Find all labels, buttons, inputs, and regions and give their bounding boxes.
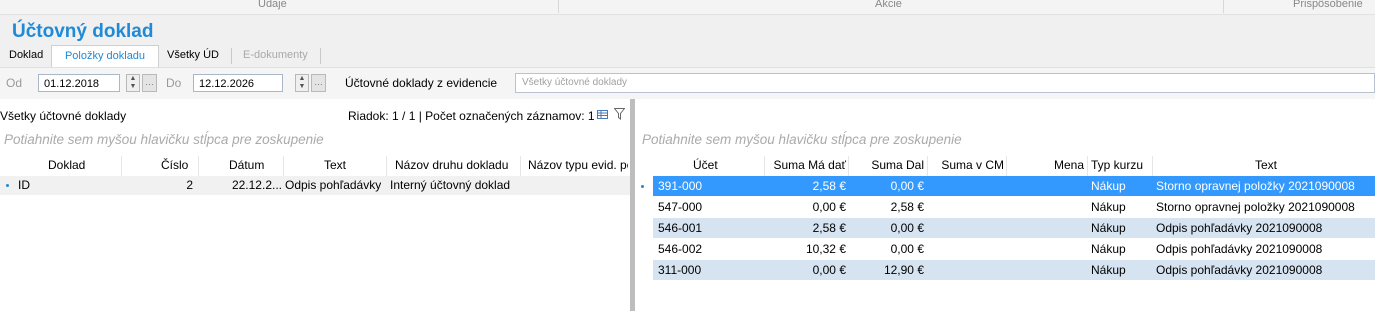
cell-suma-dal: 0,00 € (890, 242, 924, 256)
right-grid-panel: Potiahnite sem myšou hlavičku stĺpca pre… (635, 99, 1375, 311)
left-panel-title: Všetky účtovné doklady (0, 109, 127, 123)
table-row[interactable]: 311-000 0,00 € 12,90 € Nákup Odpis pohľadávk… (653, 260, 1375, 280)
col-header-suma-dal[interactable]: Suma Dal (850, 158, 924, 172)
tab-vsetky-ud[interactable]: Všetky ÚD (167, 45, 219, 66)
cell-typ-kurzu: Nákup (1091, 200, 1126, 214)
col-header-typ-kurzu[interactable]: Typ kurzu (1091, 158, 1143, 172)
col-header-text[interactable]: Text (1255, 158, 1277, 172)
cell-ucet: 391-000 (658, 179, 703, 193)
page-title: Účtovný doklad (12, 21, 154, 42)
ribbon-divider (558, 0, 559, 13)
cell-text: Storno opravnej položky 2021090008 (1156, 179, 1355, 193)
cell-typ-kurzu: Nákup (1091, 263, 1126, 277)
left-group-hint: Potiahnite sem myšou hlavičku stĺpca pre… (4, 132, 324, 147)
cell-typ-kurzu: Nákup (1091, 221, 1126, 235)
cell-suma-ma-dat: 10,32 € (805, 242, 846, 256)
ribbon-captions: Údaje Akcie Prispôsobenie (0, 0, 1375, 15)
to-date-spinner[interactable]: ▲ ▼ (295, 74, 309, 92)
ribbon-group-prisposobenie: Prispôsobenie (1293, 0, 1363, 10)
col-header-cislo[interactable]: Číslo (161, 158, 188, 172)
cell-ucet: 547-000 (658, 200, 703, 214)
to-date-picker-button[interactable]: … (311, 74, 326, 92)
table-row[interactable]: 546-002 10,32 € 0,00 € Nákup Odpis pohľadávk… (653, 239, 1375, 259)
cell-cislo: 2 (186, 178, 193, 192)
cell-suma-ma-dat: 2,58 € (812, 221, 846, 235)
column-divider (1087, 156, 1088, 176)
cell-typ-kurzu: Nákup (1091, 242, 1126, 256)
column-divider (927, 156, 928, 176)
col-header-text[interactable]: Text (324, 158, 346, 172)
cell-ucet: 546-001 (658, 221, 703, 235)
col-header-suma-ma-dat[interactable]: Suma Má dať (766, 158, 846, 172)
from-date-field[interactable]: 01.12.2018 (38, 74, 120, 92)
tab-divider (320, 48, 321, 64)
col-header-ucet[interactable]: Účet (693, 158, 718, 172)
cell-suma-dal: 2,58 € (890, 200, 924, 214)
ribbon-group-akcie: Akcie (875, 0, 902, 10)
table-row[interactable]: ID 2 22.12.2... Odpis pohľadávky Interný… (0, 176, 630, 195)
column-divider (1006, 156, 1007, 176)
cell-datum: 22.12.2... (231, 178, 282, 192)
col-header-nazov-druhu[interactable]: Názov druhu dokladu (395, 158, 508, 172)
cell-doklad: ID (18, 178, 30, 192)
tab-doklad[interactable]: Doklad (9, 45, 43, 66)
tab-e-dokumenty: E-dokumenty (243, 49, 308, 61)
cell-text: Odpis pohľadávky 2021090008 (1156, 263, 1323, 277)
row-indicator (641, 185, 644, 188)
cell-text: Odpis pohľadávky 2021090008 (1156, 221, 1323, 235)
right-group-hint: Potiahnite sem myšou hlavičku stĺpca pre… (642, 132, 962, 147)
cell-suma-dal: 0,00 € (890, 221, 924, 235)
column-divider (764, 156, 765, 176)
column-divider (283, 156, 284, 176)
tab-polozky-dokladu[interactable]: Položky dokladu (51, 45, 159, 68)
filter-bar: Od 01.12.2018 ▲ ▼ … Do 12.12.2026 ▲ ▼ … Úč… (0, 67, 1375, 99)
cell-text: Odpis pohľadávky (285, 178, 382, 192)
cell-suma-dal: 0,00 € (890, 179, 924, 193)
column-chooser-icon[interactable] (597, 109, 608, 120)
left-grid-panel: Všetky účtovné doklady Riadok: 1 / 1 | P… (0, 99, 630, 311)
right-rows: 391-000 2,58 € 0,00 € Nákup Storno opravnej … (635, 176, 1375, 286)
col-header-doklad[interactable]: Doklad (48, 158, 85, 172)
column-divider (1152, 156, 1153, 176)
cell-suma-ma-dat: 0,00 € (812, 200, 846, 214)
tab-divider (231, 48, 232, 64)
from-date-spinner[interactable]: ▲ ▼ (126, 74, 140, 92)
to-date-field[interactable]: 12.12.2026 (193, 74, 283, 92)
col-header-suma-v-cm[interactable]: Suma v CM (929, 158, 1004, 172)
left-header-row: Doklad Číslo Dátum Text Názov druhu dokl… (0, 156, 630, 176)
cell-text: Storno opravnej položky 2021090008 (1156, 200, 1355, 214)
tab-bar: Doklad Položky dokladu Všetky ÚD E-dokum… (0, 45, 340, 68)
ribbon-group-udaje: Údaje (258, 0, 287, 10)
from-date-picker-button[interactable]: … (142, 74, 157, 92)
cell-ucet: 311-000 (658, 263, 702, 277)
cell-ucet: 546-002 (658, 242, 703, 256)
ribbon-divider (1223, 0, 1224, 13)
col-header-nazov-typu[interactable]: Názov typu evid. po (528, 158, 628, 172)
cell-suma-ma-dat: 2,58 € (812, 179, 846, 193)
column-divider (121, 156, 122, 176)
source-select[interactable]: Všetky účtovné doklady (515, 73, 1375, 93)
cell-suma-ma-dat: 0,00 € (812, 263, 846, 277)
filter-icon[interactable] (613, 108, 626, 120)
table-row[interactable]: 547-000 0,00 € 2,58 € Nákup Storno opravnej … (653, 197, 1375, 217)
column-divider (198, 156, 199, 176)
col-header-mena[interactable]: Mena (1008, 158, 1084, 172)
column-divider (520, 156, 521, 176)
left-status-text: Riadok: 1 / 1 | Počet označených záznamo… (348, 109, 595, 123)
cell-suma-dal: 12,90 € (883, 263, 924, 277)
col-header-datum[interactable]: Dátum (229, 158, 264, 172)
column-divider (386, 156, 387, 176)
cell-typ-kurzu: Nákup (1091, 179, 1126, 193)
from-label: Od (6, 76, 23, 90)
cell-text: Odpis pohľadávky 2021090008 (1156, 242, 1323, 256)
column-divider (848, 156, 849, 176)
cell-druh: Interný účtovný doklad (390, 178, 511, 192)
row-indicator (6, 184, 9, 187)
table-row[interactable]: 391-000 2,58 € 0,00 € Nákup Storno opravnej … (641, 176, 1375, 196)
table-row[interactable]: 546-001 2,58 € 0,00 € Nákup Odpis pohľadávky… (653, 218, 1375, 238)
right-header-row: Účet Suma Má dať Suma Dal Suma v CM Mena… (635, 156, 1375, 176)
to-label: Do (166, 76, 182, 90)
source-label: Účtovné doklady z evidencie (345, 76, 498, 90)
